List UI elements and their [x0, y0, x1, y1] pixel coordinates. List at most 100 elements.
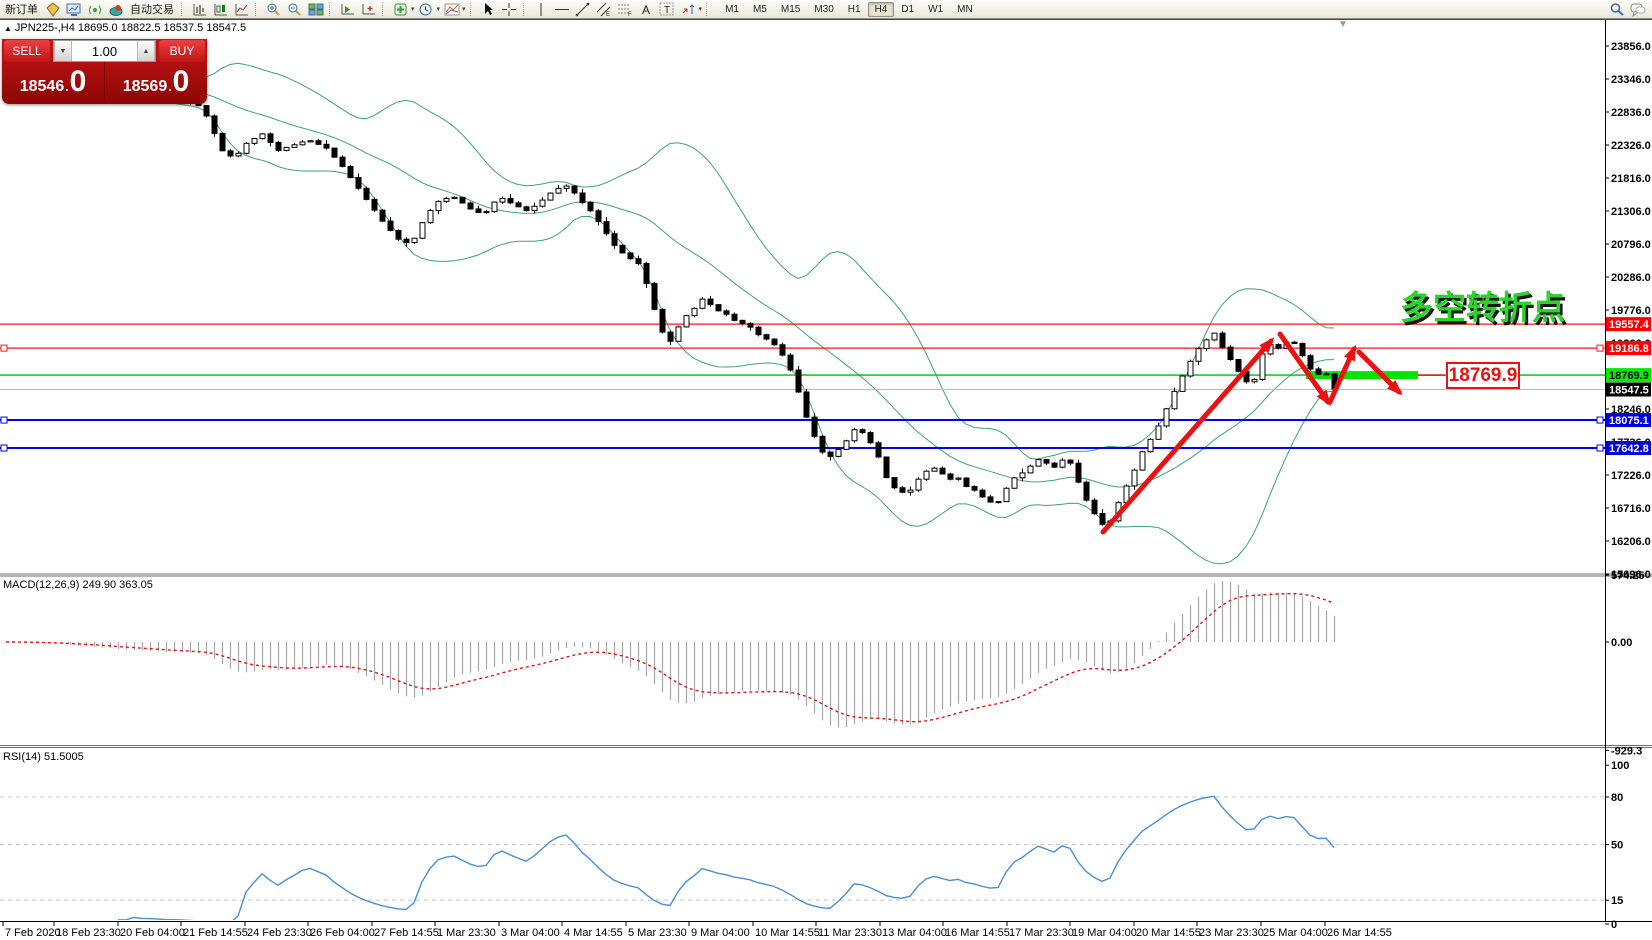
templates-icon[interactable]	[441, 1, 462, 18]
chart-surface[interactable]: 23856.023346.022836.022326.021816.021306…	[0, 0, 1652, 940]
svg-text:23 Mar 23:30: 23 Mar 23:30	[1199, 927, 1264, 939]
svg-text:574.25: 574.25	[1611, 570, 1645, 582]
sell-button[interactable]: SELL	[4, 40, 50, 62]
periods-icon-caret[interactable]: ▾	[437, 5, 441, 13]
svg-text:19776.0: 19776.0	[1611, 305, 1651, 317]
channel-icon[interactable]: E	[594, 1, 615, 18]
arrows-icon-caret[interactable]: ▾	[699, 5, 703, 13]
time-axis[interactable]: 7 Feb 202018 Feb 23:3020 Feb 04:0021 Feb…	[3, 922, 1392, 939]
arrows-icon[interactable]	[678, 1, 699, 18]
chart-shift-icon[interactable]	[358, 1, 379, 18]
svg-text:19186.8: 19186.8	[1609, 343, 1649, 355]
toolbar-separator	[470, 3, 475, 16]
svg-text:20 Feb 04:00: 20 Feb 04:00	[120, 927, 185, 939]
text-label-icon[interactable]: T	[657, 1, 678, 18]
svg-text:15: 15	[1611, 895, 1623, 907]
mql-editor-icon[interactable]	[42, 1, 63, 18]
tf-button-W1[interactable]: W1	[921, 2, 950, 17]
volume-input[interactable]: 1.00	[72, 41, 137, 61]
tf-button-M1[interactable]: M1	[718, 2, 746, 17]
zoom-in-icon[interactable]	[263, 1, 284, 18]
buy-button[interactable]: BUY	[159, 40, 205, 62]
signals-icon[interactable]	[84, 1, 105, 18]
buy-price-display[interactable]: 18569.0	[105, 62, 207, 102]
axis-price-tag-18769.9: 18769.9	[1606, 368, 1651, 382]
cursor-icon[interactable]	[478, 1, 499, 18]
new-order-button[interactable]: 新订单	[1, 1, 42, 17]
svg-text:24 Feb 23:30: 24 Feb 23:30	[247, 927, 312, 939]
svg-text:19 Mar 04:00: 19 Mar 04:00	[1072, 927, 1137, 939]
svg-text:0.00: 0.00	[1611, 637, 1632, 649]
autotrading-button[interactable]: 自动交易	[126, 1, 178, 17]
svg-text:22836.0: 22836.0	[1611, 107, 1651, 119]
tf-button-M15[interactable]: M15	[774, 2, 807, 17]
price-tag-annotation[interactable]: 18769.9	[1446, 362, 1520, 389]
svg-text:80: 80	[1611, 792, 1623, 804]
chat-icon[interactable]	[1627, 1, 1648, 18]
tf-button-D1[interactable]: D1	[894, 2, 921, 17]
macd-indicator-label: MACD(12,26,9) 249.90 363.05	[3, 579, 153, 591]
symbol-ohlc-text: JPN225-,H4 18695.0 18822.5 18537.5 18547…	[15, 22, 246, 34]
line-handle[interactable]	[1597, 445, 1603, 451]
svg-text:10 Mar 14:55: 10 Mar 14:55	[755, 927, 820, 939]
candlestick-chart-icon[interactable]	[210, 1, 231, 18]
auto-scroll-icon[interactable]	[337, 1, 358, 18]
svg-text:A: A	[642, 3, 650, 17]
axis-price-tag-17642.8: 17642.8	[1606, 441, 1651, 455]
svg-text:23346.0: 23346.0	[1611, 74, 1651, 86]
symbol-ohlc-line: ▲JPN225-,H4 18695.0 18822.5 18537.5 1854…	[4, 22, 246, 34]
autotrading-icon[interactable]	[105, 1, 126, 18]
turning-point-annotation[interactable]: 多空转折点	[1400, 281, 1565, 329]
svg-text:26 Mar 14:55: 26 Mar 14:55	[1327, 927, 1392, 939]
line-handle[interactable]	[1597, 417, 1603, 423]
volume-increase-button[interactable]: ▲	[137, 41, 155, 61]
tf-button-M5[interactable]: M5	[746, 2, 774, 17]
svg-text:20796.0: 20796.0	[1611, 239, 1651, 251]
search-icon[interactable]	[1606, 1, 1627, 18]
line-handle[interactable]	[1597, 345, 1603, 351]
buy-price-main: 18569	[123, 78, 168, 96]
svg-text:F: F	[628, 12, 632, 17]
svg-text:17226.0: 17226.0	[1611, 470, 1651, 482]
vertical-line-icon[interactable]	[531, 1, 552, 18]
rsi-indicator-label: RSI(14) 51.5005	[3, 751, 84, 763]
trendline-icon[interactable]	[573, 1, 594, 18]
svg-text:9 Mar 04:00: 9 Mar 04:00	[691, 927, 750, 939]
svg-text:18769.9: 18769.9	[1609, 370, 1649, 382]
horizontal-line-icon[interactable]	[552, 1, 573, 18]
market-watch-icon[interactable]	[63, 1, 84, 18]
bar-chart-icon[interactable]	[189, 1, 210, 18]
svg-text:E: E	[606, 12, 610, 17]
line-handle[interactable]	[1, 345, 7, 351]
tf-button-MN[interactable]: MN	[950, 2, 980, 17]
tile-windows-icon[interactable]	[305, 1, 326, 18]
highlight-segment[interactable]	[1306, 371, 1418, 379]
indicators-icon-caret[interactable]: ▾	[411, 5, 415, 13]
svg-text:17642.8: 17642.8	[1609, 443, 1649, 455]
templates-icon-caret[interactable]: ▾	[462, 5, 466, 13]
sell-price-display[interactable]: 18546.0	[2, 62, 105, 102]
toolbar-separator	[329, 3, 334, 16]
volume-decrease-button[interactable]: ▼	[54, 41, 72, 61]
svg-text:21816.0: 21816.0	[1611, 173, 1651, 185]
line-handle[interactable]	[1, 445, 7, 451]
line-handle[interactable]	[1, 417, 7, 423]
svg-text:20 Mar 14:55: 20 Mar 14:55	[1136, 927, 1201, 939]
tf-button-M30[interactable]: M30	[807, 2, 840, 17]
text-icon[interactable]: A	[636, 1, 657, 18]
toolbar-separator	[181, 3, 186, 16]
svg-text:1 Mar 23:30: 1 Mar 23:30	[437, 927, 496, 939]
chart-shift-marker-icon[interactable]: ▼	[1338, 19, 1348, 30]
periods-icon[interactable]	[416, 1, 437, 18]
svg-text:26 Feb 04:00: 26 Feb 04:00	[310, 927, 375, 939]
fibonacci-icon[interactable]: F	[615, 1, 636, 18]
buy-price-dot: .	[168, 80, 171, 94]
crosshair-icon[interactable]	[499, 1, 520, 18]
line-chart-icon[interactable]	[231, 1, 252, 18]
tf-button-H4[interactable]: H4	[868, 2, 895, 17]
indicators-icon[interactable]	[390, 1, 411, 18]
zoom-out-icon[interactable]	[284, 1, 305, 18]
tf-button-H1[interactable]: H1	[841, 2, 868, 17]
toolbar-separator	[255, 3, 260, 16]
svg-text:27 Feb 14:55: 27 Feb 14:55	[374, 927, 439, 939]
